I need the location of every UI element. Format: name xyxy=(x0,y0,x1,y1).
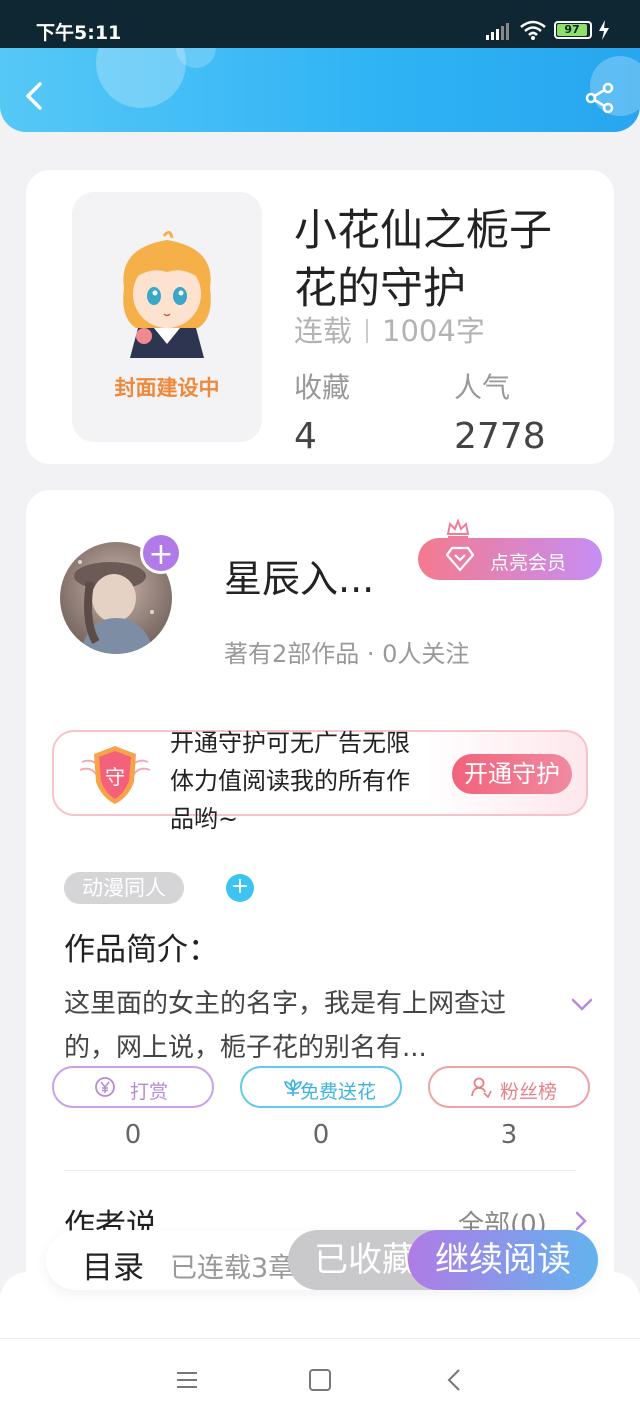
book-word-count: 1004字 xyxy=(382,314,485,348)
status-time: 下午5:11 xyxy=(36,22,122,44)
cover-placeholder-illustration xyxy=(123,231,211,358)
battery-level: 97 xyxy=(557,24,587,36)
battery-icon: 97 xyxy=(554,21,592,39)
charging-bolt-icon xyxy=(599,20,609,40)
details-card: + 星辰入... 点亮会员 著有2部作品 · 0人关注 守 开通守护可无广告无限… xyxy=(26,490,614,1290)
reward-count: 0 xyxy=(124,1120,142,1150)
cover-placeholder-text: 封面建设中 xyxy=(114,376,220,400)
guard-promo-text: 开通守护可无广告无限体力值阅读我的所有作品哟~ xyxy=(170,729,410,833)
fans-count: 3 xyxy=(500,1120,518,1150)
status-bar: 下午5:11 97 xyxy=(0,0,640,50)
bottom-action-bar: 目录 已连载3章 已收藏 继续阅读 xyxy=(46,1230,598,1290)
favorites-value: 4 xyxy=(294,416,317,457)
fans-ranking-button[interactable]: 粉丝榜 xyxy=(428,1066,590,1108)
flower-count: 0 xyxy=(312,1120,330,1150)
header-bar xyxy=(0,48,640,132)
follow-plus-button[interactable]: + xyxy=(140,532,182,574)
nav-back-icon[interactable] xyxy=(446,1367,462,1393)
guard-shield-icon: 守 xyxy=(79,746,151,804)
toc-button[interactable]: 目录 xyxy=(82,1242,144,1287)
user-icon xyxy=(471,1077,492,1098)
continue-reading-button[interactable]: 继续阅读 xyxy=(408,1230,598,1290)
book-cover[interactable]: 封面建设中 xyxy=(72,192,262,442)
popularity-value: 2778 xyxy=(454,416,546,457)
popularity-label: 人气 xyxy=(454,371,511,404)
divider xyxy=(64,1170,576,1171)
favorites-label: 收藏 xyxy=(294,371,351,404)
book-status: 连载 xyxy=(294,314,353,348)
send-flower-label: 免费送花 xyxy=(300,1081,377,1103)
reward-label: 打赏 xyxy=(130,1081,169,1103)
chevron-right-icon[interactable] xyxy=(574,1210,588,1232)
system-nav-bar xyxy=(0,1338,640,1422)
book-meta: 连载 1004字 xyxy=(294,308,485,350)
diamond-icon xyxy=(446,546,474,572)
reward-button[interactable]: 打赏 xyxy=(52,1066,214,1108)
send-flower-button[interactable]: 免费送花 xyxy=(240,1066,402,1108)
share-icon[interactable] xyxy=(584,82,616,114)
book-info-card: 封面建设中 小花仙之栀子花的守护 连载 1004字 收藏 人气 4 2778 xyxy=(26,170,614,464)
back-arrow-icon[interactable] xyxy=(20,78,50,114)
wifi-icon xyxy=(520,20,546,40)
home-square-icon[interactable] xyxy=(309,1369,331,1391)
guard-promo-banner[interactable]: 守 开通守护可无广告无限体力值阅读我的所有作品哟~ 开通守护 xyxy=(52,729,588,833)
intro-title: 作品简介： xyxy=(64,932,219,968)
book-title: 小花仙之栀子花的守护 xyxy=(294,206,552,314)
signal-icon xyxy=(486,23,509,40)
author-stats: 著有2部作品 · 0人关注 xyxy=(224,640,470,668)
genre-tag[interactable]: 动漫同人 xyxy=(64,872,184,904)
menu-icon[interactable] xyxy=(176,1369,198,1391)
open-guard-button[interactable]: 开通守护 xyxy=(452,754,572,794)
vip-member-button[interactable]: 点亮会员 xyxy=(418,538,602,580)
author-name[interactable]: 星辰入... xyxy=(224,548,374,603)
vip-button-label: 点亮会员 xyxy=(490,552,567,574)
chevron-down-icon[interactable] xyxy=(570,996,594,1014)
add-tag-button[interactable]: + xyxy=(226,874,254,902)
meta-divider xyxy=(366,319,369,343)
yen-coin-icon xyxy=(95,1077,115,1097)
intro-text[interactable]: 这里面的女主的名字，我是有上网查过的，网上说，栀子花的别名有... xyxy=(64,982,554,1070)
guard-shield-glyph: 守 xyxy=(105,765,125,789)
decorative-bubble xyxy=(96,48,186,108)
fans-ranking-label: 粉丝榜 xyxy=(500,1081,558,1103)
crown-icon xyxy=(446,518,470,538)
